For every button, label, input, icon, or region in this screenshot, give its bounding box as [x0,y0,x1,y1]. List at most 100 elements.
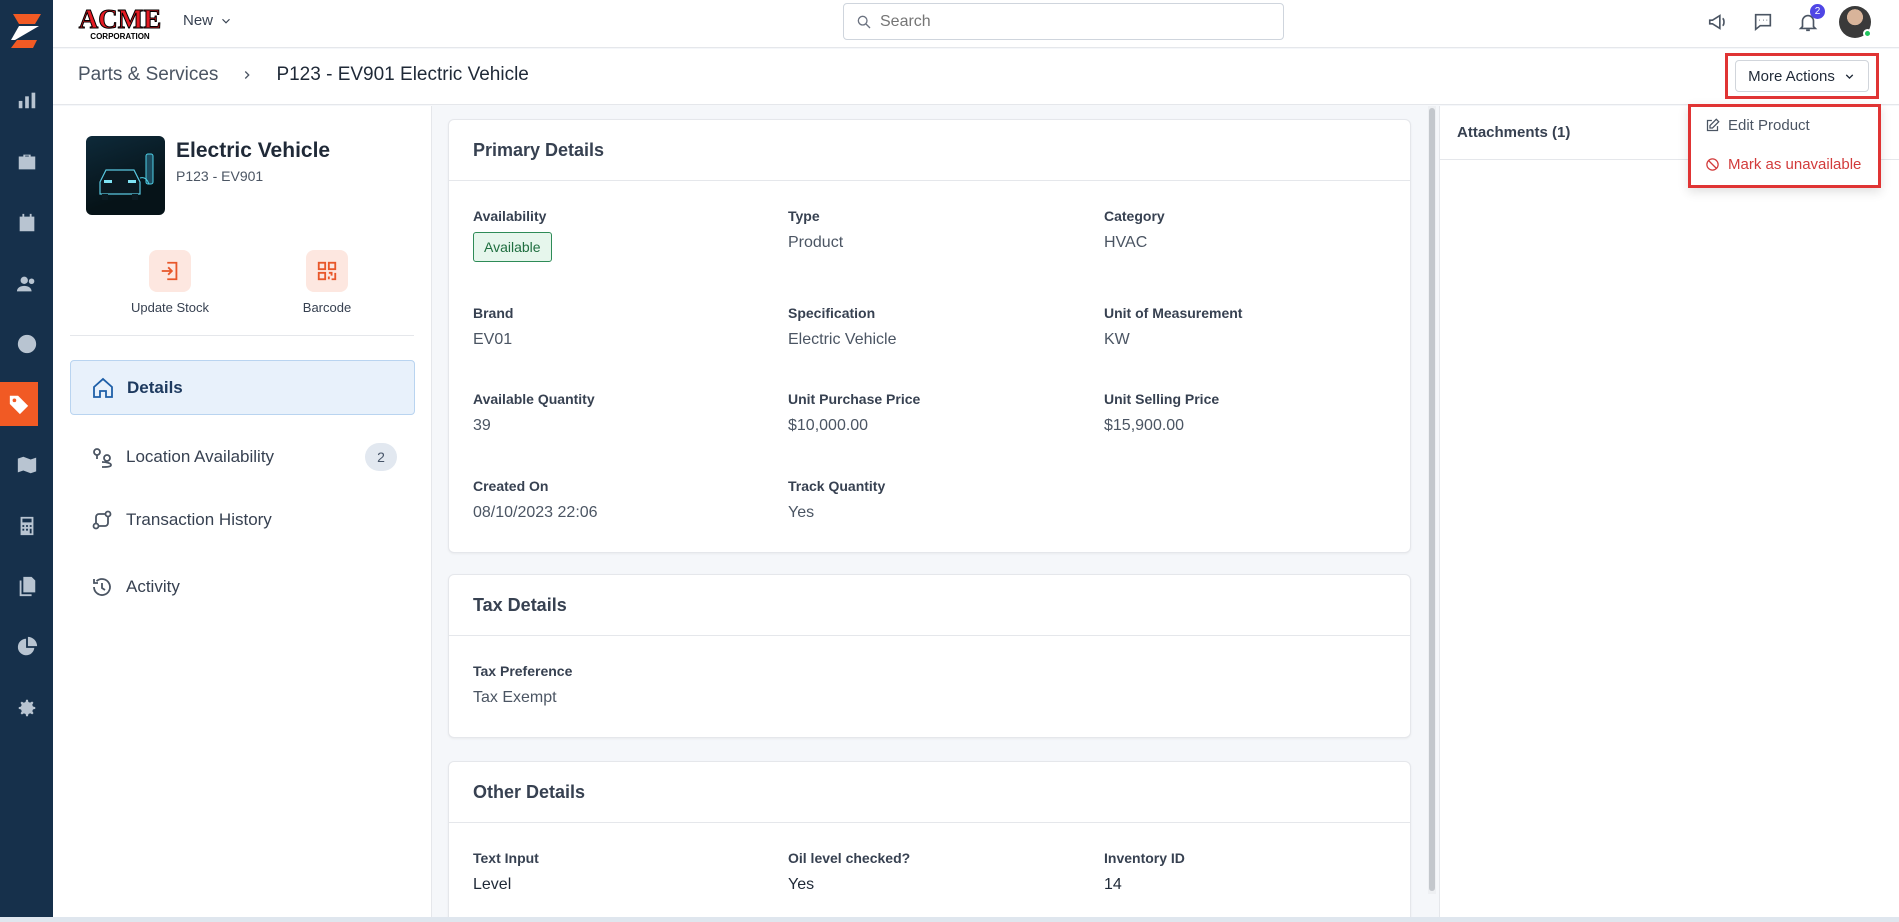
field-label: Type [788,208,820,224]
transaction-route-icon [92,510,112,529]
chat-icon[interactable] [1749,8,1777,36]
more-actions-highlight: More Actions [1725,53,1879,99]
more-actions-button[interactable]: More Actions [1735,60,1869,92]
brand-wordmark: ACME [79,4,162,34]
search-icon [857,15,871,28]
content-scrollbar[interactable] [1428,106,1436,894]
menu-item-label: Edit Product [1728,117,1810,134]
category-field: Category HVAC [1104,208,1165,252]
type-field: Type Product [788,208,843,252]
field-value: EV01 [473,331,513,348]
calculator-icon[interactable] [0,504,53,548]
location-count-badge: 2 [365,442,397,471]
app-logo-icon[interactable] [0,0,53,60]
breadcrumb: Parts & Services P123 - EV901 Electric V… [78,64,529,86]
nav-item-label: Transaction History [126,509,272,529]
breadcrumb-bar: Parts & Services P123 - EV901 Electric V… [53,49,1899,105]
nav-item-details[interactable]: Details [70,360,415,415]
bottom-border [0,917,1899,922]
price-tag-icon[interactable] [0,382,38,426]
field-value: HVAC [1104,234,1148,251]
other-details-title: Other Details [449,762,1410,823]
inventory-id-field: Inventory ID 14 [1104,850,1185,894]
field-value: 08/10/2023 22:06 [473,504,598,521]
product-name: Electric Vehicle [176,139,331,162]
nav-item-label: Location Availability [126,446,275,466]
mark-unavailable-menu-item[interactable]: Mark as unavailable [1705,156,1861,173]
calendar-icon[interactable] [0,201,53,245]
notifications-bell-icon[interactable]: 2 [1794,4,1825,36]
divider [70,335,414,336]
breadcrumb-parent-link[interactable]: Parts & Services [78,64,218,86]
field-label: Available Quantity [473,391,595,407]
barcode-label: Barcode [302,300,352,315]
field-value: KW [1104,331,1130,348]
settings-gear-icon[interactable] [0,686,53,730]
tax-preference-field: Tax Preference Tax Exempt [473,663,572,707]
pie-chart-icon[interactable] [0,625,53,669]
field-label: Created On [473,478,549,494]
field-label: Text Input [473,850,539,866]
online-status-dot [1863,29,1872,38]
field-label: Brand [473,305,514,321]
top-bar: ACME CORPORATION New 2 [53,0,1899,48]
attachments-title: Attachments (1) [1457,124,1571,141]
chevron-right-icon [245,71,251,79]
nav-item-transaction-history[interactable]: Transaction History [70,492,415,547]
more-actions-label: More Actions [1748,67,1835,85]
nav-item-label: Details [127,377,183,397]
other-details-card: Other Details Text Input Level Oil level… [448,761,1411,922]
map-icon[interactable] [0,443,53,487]
field-value: 39 [473,417,491,434]
location-pin-icon [93,447,112,468]
tax-details-card: Tax Details Tax Preference Tax Exempt [448,574,1411,738]
field-label: Track Quantity [788,478,886,494]
field-label: Oil level checked? [788,850,911,866]
nav-item-activity[interactable]: Activity [70,559,415,614]
breadcrumb-current: P123 - EV901 Electric Vehicle [276,64,529,85]
briefcase-icon[interactable] [0,140,53,184]
edit-product-menu-item[interactable]: Edit Product [1705,117,1810,134]
brand-field: Brand EV01 [473,305,513,349]
unit-purchase-price-field: Unit Purchase Price $10,000.00 [788,391,920,435]
ban-icon [1706,158,1719,171]
clock-icon[interactable] [0,322,53,366]
home-icon [93,377,113,398]
barcode-action[interactable]: Barcode [272,250,382,315]
product-code: P123 - EV901 [176,168,264,184]
user-avatar[interactable] [1839,6,1872,38]
field-value: Product [788,234,844,251]
reports-icon[interactable] [0,78,53,122]
field-label: Unit of Measurement [1104,305,1243,321]
customers-icon[interactable] [0,262,53,306]
field-value: Yes [788,504,815,521]
acme-brand-logo[interactable]: ACME CORPORATION [78,4,163,42]
field-value: 14 [1104,876,1122,893]
primary-details-title: Primary Details [449,120,1410,181]
new-menu-label: New [183,12,214,29]
new-menu-button[interactable]: New [183,12,233,29]
field-label: Specification [788,305,876,321]
chevron-down-icon [1845,73,1854,79]
update-stock-icon[interactable] [149,250,191,292]
brand-subtitle: CORPORATION [90,32,150,41]
attachments-panel: Attachments (1) [1439,106,1899,922]
created-on-field: Created On 08/10/2023 22:06 [473,478,598,522]
qr-code-icon[interactable] [306,250,348,292]
scrollbar-thumb[interactable] [1429,108,1435,891]
field-label: Availability [473,208,547,224]
chevron-down-icon [222,18,230,24]
documents-icon[interactable] [0,564,53,608]
field-label: Inventory ID [1104,850,1185,866]
field-value: Tax Exempt [473,689,557,706]
update-stock-action[interactable]: Update Stock [115,250,225,315]
field-label: Tax Preference [473,663,573,679]
search-input[interactable] [880,12,1260,31]
announcements-megaphone-icon[interactable] [1704,8,1732,36]
nav-item-location-availability[interactable]: Location Availability 2 [70,429,415,484]
unit-selling-price-field: Unit Selling Price $15,900.00 [1104,391,1219,435]
update-stock-label: Update Stock [130,300,210,315]
global-search[interactable] [843,3,1284,40]
availability-status-badge: Available [473,232,552,262]
nav-item-label: Activity [126,576,180,596]
